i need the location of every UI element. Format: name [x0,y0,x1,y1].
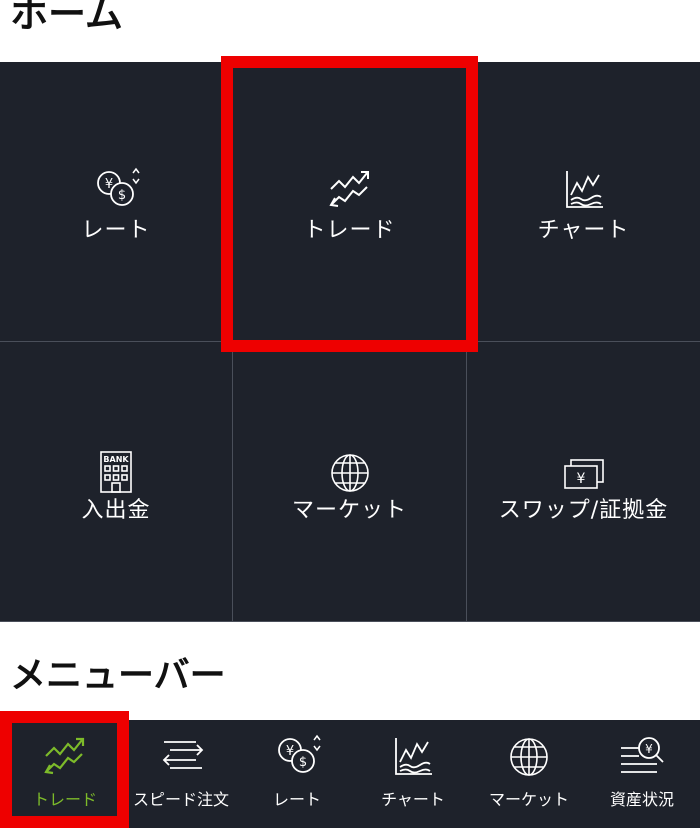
tile-label-market: マーケット [291,498,407,523]
chart-icon [565,171,603,208]
speed-order-icon [162,741,204,769]
home-tile-rate[interactable]: ¥ $ レート [0,62,233,342]
trade-trend-icon [44,737,85,775]
yen-banknote-icon: ¥ [563,459,604,489]
menu-label-market: マーケット [488,790,569,809]
home-tile-swap-margin[interactable]: ¥ スワップ/証拠金 [467,342,700,622]
tile-label-rate: レート [81,218,151,243]
menu-label-trade: トレード [32,790,97,809]
yen-dollar-exchange-icon: ¥ $ [97,167,140,206]
menu-label-asset-status: 資産状況 [609,790,674,809]
menu-label-chart: チャート [381,790,445,809]
svg-text:¥: ¥ [645,742,653,756]
yen-dollar-exchange-icon: ¥ $ [278,734,321,773]
chart-icon [395,738,432,775]
menu-label-speed-order: スピード注文 [132,790,229,809]
menu-item-speed-order[interactable]: スピード注文 [123,720,239,828]
bottom-menu-bar: トレード スピード注文 ¥ $ レート チャート マーケット ¥ 資産状況 [0,720,700,828]
svg-text:¥: ¥ [576,471,585,487]
svg-text:$: $ [118,188,126,203]
menu-item-trade[interactable]: トレード [7,720,123,828]
asset-status-icon: ¥ [621,737,664,773]
bank-icon: BANK [100,451,132,493]
globe-icon [510,738,548,776]
svg-text:$: $ [299,755,307,770]
trade-trend-icon [328,171,369,207]
active-tab-indicator [12,720,118,723]
globe-icon [330,454,369,492]
menu-item-rate[interactable]: ¥ $ レート [239,720,355,828]
home-section-title: ホーム [10,0,123,36]
home-menu-grid: ¥ $ レート トレード チャート BANK 入出金 マーケット ¥ スワップ/… [0,62,700,622]
tile-label-deposit-withdrawal: 入出金 [81,498,151,523]
home-tile-market[interactable]: マーケット [233,342,467,622]
tile-label-swap-margin: スワップ/証拠金 [498,498,669,523]
menu-item-market[interactable]: マーケット [471,720,587,828]
home-tile-trade[interactable]: トレード [233,62,467,342]
tile-label-chart: チャート [537,218,630,243]
menu-label-rate: レート [272,790,321,809]
home-tile-chart[interactable]: チャート [467,62,700,342]
home-tile-deposit-withdrawal[interactable]: BANK 入出金 [0,342,233,622]
menu-item-chart[interactable]: チャート [355,720,471,828]
menu-item-asset-status[interactable]: ¥ 資産状況 [584,720,700,828]
tile-label-trade: トレード [303,218,396,243]
svg-text:BANK: BANK [103,455,129,464]
menubar-section-title: メニューバー [10,655,226,696]
